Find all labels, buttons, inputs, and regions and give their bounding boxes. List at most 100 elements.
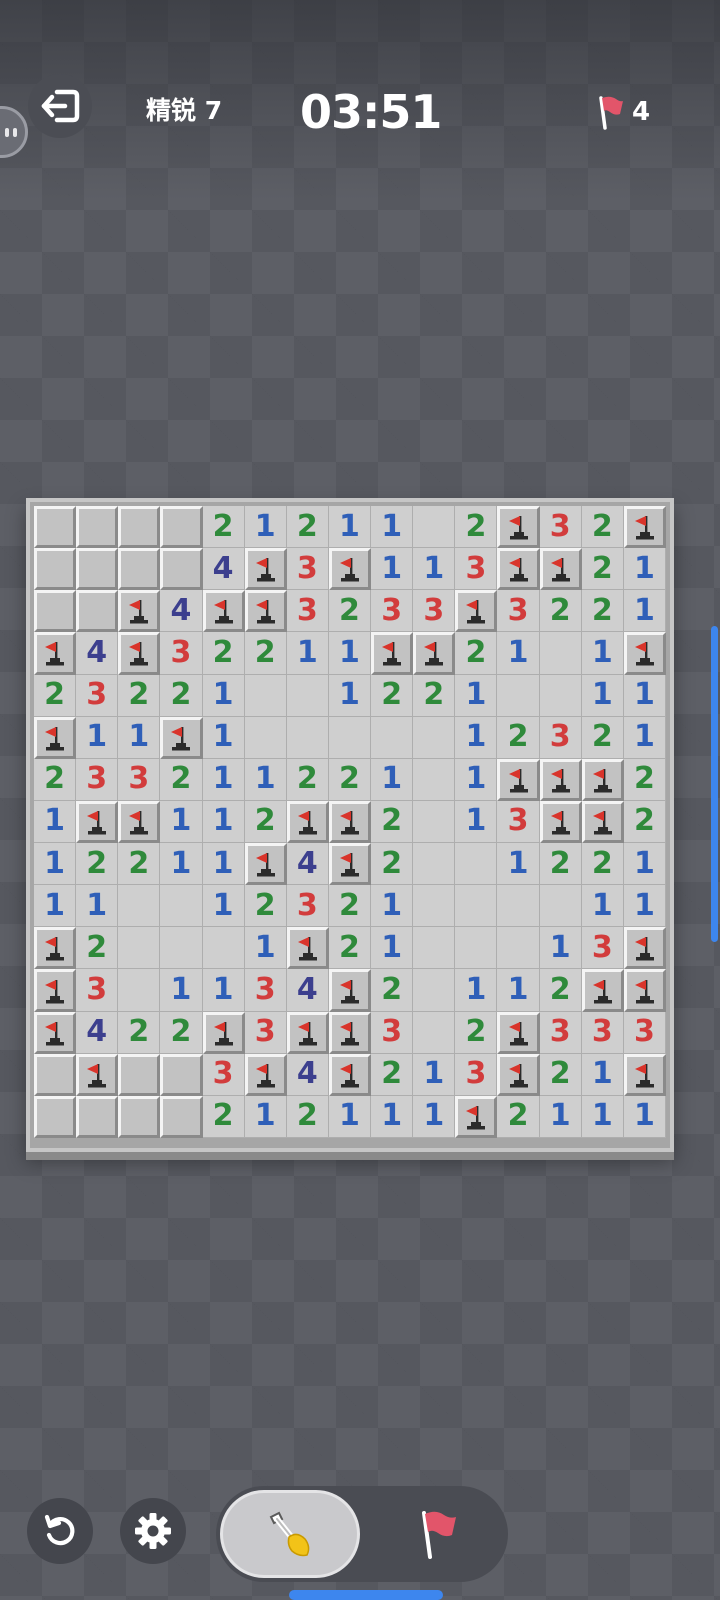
cell-flagged[interactable] — [623, 927, 666, 970]
cell-number[interactable]: 1 — [497, 843, 540, 886]
cell-flagged[interactable] — [328, 1053, 372, 1096]
cell-number[interactable]: 3 — [413, 590, 456, 633]
cell-flagged[interactable] — [497, 506, 540, 549]
cell-flagged[interactable] — [202, 590, 245, 633]
cell-number[interactable]: 1 — [623, 590, 666, 633]
cell-number[interactable]: 1 — [286, 632, 329, 675]
cell-covered[interactable] — [160, 1095, 203, 1138]
cell-number[interactable]: 2 — [539, 969, 582, 1012]
cell-number[interactable]: 1 — [455, 969, 498, 1012]
cell-flagged[interactable] — [244, 548, 287, 591]
cell-flagged[interactable] — [34, 1011, 77, 1054]
cell-number[interactable]: 1 — [202, 674, 245, 717]
cell-number[interactable]: 1 — [328, 506, 372, 549]
cell-number[interactable]: 1 — [371, 758, 414, 801]
restart-button[interactable] — [27, 1498, 93, 1564]
cell-number[interactable]: 2 — [160, 1011, 203, 1054]
cell-number[interactable]: 2 — [539, 590, 582, 633]
cell-flagged[interactable] — [34, 632, 77, 675]
cell-number[interactable]: 1 — [76, 885, 119, 928]
cell-number[interactable]: 2 — [413, 674, 456, 717]
cell-number[interactable]: 3 — [371, 1011, 414, 1054]
cell-number[interactable]: 3 — [286, 590, 329, 633]
cell-number[interactable]: 2 — [455, 632, 498, 675]
cell-number[interactable]: 2 — [76, 927, 119, 970]
cell-number[interactable]: 2 — [581, 506, 624, 549]
cell-number[interactable]: 1 — [328, 674, 372, 717]
cell-flagged[interactable] — [328, 969, 372, 1012]
cell-number[interactable]: 1 — [623, 716, 666, 759]
cell-flagged[interactable] — [328, 1011, 372, 1054]
cell-number[interactable]: 2 — [202, 632, 245, 675]
cell-number[interactable]: 1 — [118, 716, 161, 759]
cell-number[interactable]: 4 — [286, 843, 329, 886]
cell-number[interactable]: 2 — [328, 758, 372, 801]
cell-flagged[interactable] — [76, 800, 119, 844]
cell-number[interactable]: 3 — [76, 674, 119, 717]
cell-flagged[interactable] — [539, 548, 582, 591]
cell-number[interactable]: 2 — [455, 1011, 498, 1054]
cell-number[interactable]: 1 — [455, 800, 498, 844]
cell-covered[interactable] — [118, 1095, 161, 1138]
cell-number[interactable]: 1 — [202, 800, 245, 844]
cell-number[interactable]: 2 — [328, 927, 372, 970]
cell-covered[interactable] — [118, 548, 161, 591]
cell-flagged[interactable] — [623, 632, 666, 675]
cell-flagged[interactable] — [286, 800, 329, 844]
cell-flagged[interactable] — [328, 548, 372, 591]
cell-number[interactable]: 2 — [34, 674, 77, 717]
cell-number[interactable]: 3 — [539, 1011, 582, 1054]
cell-covered[interactable] — [34, 590, 77, 633]
cell-number[interactable]: 2 — [202, 506, 245, 549]
cell-flagged[interactable] — [160, 716, 203, 759]
cell-flagged[interactable] — [118, 590, 161, 633]
cell-number[interactable]: 3 — [244, 1011, 287, 1054]
cell-covered[interactable] — [76, 548, 119, 591]
cell-flagged[interactable] — [286, 1011, 329, 1054]
cell-number[interactable]: 1 — [202, 716, 245, 759]
cell-covered[interactable] — [160, 506, 203, 549]
cell-number[interactable]: 1 — [581, 632, 624, 675]
cell-number[interactable]: 3 — [160, 632, 203, 675]
cell-number[interactable]: 3 — [118, 758, 161, 801]
cell-number[interactable]: 1 — [244, 758, 287, 801]
cell-number[interactable]: 1 — [244, 927, 287, 970]
cell-number[interactable]: 3 — [581, 927, 624, 970]
cell-number[interactable]: 1 — [160, 969, 203, 1012]
cell-covered[interactable] — [76, 1095, 119, 1138]
cell-flagged[interactable] — [118, 632, 161, 675]
cell-flagged[interactable] — [581, 969, 624, 1012]
cell-number[interactable]: 3 — [455, 1053, 498, 1096]
cell-number[interactable]: 4 — [286, 969, 329, 1012]
cell-number[interactable]: 2 — [118, 843, 161, 886]
cell-flagged[interactable] — [34, 716, 77, 759]
cell-flagged[interactable] — [497, 1011, 540, 1054]
cell-number[interactable]: 2 — [581, 843, 624, 886]
cell-number[interactable]: 4 — [160, 590, 203, 633]
cell-flagged[interactable] — [286, 927, 329, 970]
cell-flagged[interactable] — [34, 927, 77, 970]
cell-number[interactable]: 2 — [581, 548, 624, 591]
cell-number[interactable]: 2 — [160, 758, 203, 801]
cell-flagged[interactable] — [581, 758, 624, 801]
cell-number[interactable]: 2 — [371, 800, 414, 844]
cell-number[interactable]: 2 — [286, 506, 329, 549]
cell-number[interactable]: 2 — [244, 885, 287, 928]
cell-number[interactable]: 2 — [581, 590, 624, 633]
cell-covered[interactable] — [34, 548, 77, 591]
cell-flagged[interactable] — [497, 548, 540, 591]
cell-covered[interactable] — [76, 506, 119, 549]
cell-flagged[interactable] — [118, 800, 161, 844]
cell-number[interactable]: 1 — [413, 548, 456, 591]
cell-number[interactable]: 1 — [455, 716, 498, 759]
cell-number[interactable]: 1 — [581, 1095, 624, 1138]
cell-number[interactable]: 1 — [202, 885, 245, 928]
cell-number[interactable]: 1 — [497, 632, 540, 675]
chat-bubble-avatar[interactable] — [0, 106, 28, 158]
cell-number[interactable]: 2 — [581, 716, 624, 759]
cell-number[interactable]: 2 — [118, 1011, 161, 1054]
flag-mode-button[interactable] — [372, 1490, 504, 1578]
cell-flagged[interactable] — [34, 969, 77, 1012]
cell-flagged[interactable] — [244, 1053, 287, 1096]
cell-number[interactable]: 1 — [328, 1095, 372, 1138]
